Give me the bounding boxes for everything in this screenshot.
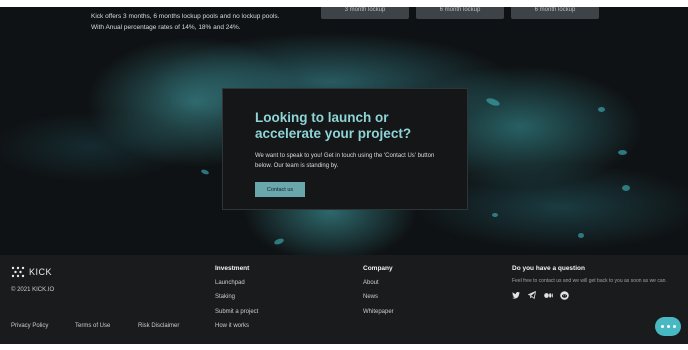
decor-particle bbox=[273, 237, 285, 246]
page: Kick offers 3 months, 6 months lockup po… bbox=[0, 7, 688, 344]
terms-of-use-link[interactable]: Terms of Use bbox=[75, 323, 110, 329]
footer: KICK © 2021 KICK.IO Investment Launchpad… bbox=[0, 255, 688, 344]
footer-link-about[interactable]: About bbox=[363, 280, 379, 286]
logo[interactable]: KICK bbox=[11, 266, 52, 278]
reddit-icon[interactable] bbox=[559, 290, 569, 300]
decor-particle bbox=[200, 168, 210, 176]
footer-link-news[interactable]: News bbox=[363, 294, 378, 300]
chat-dot bbox=[660, 325, 664, 328]
copyright: © 2021 KICK.IO bbox=[11, 287, 55, 293]
medium-icon[interactable] bbox=[543, 290, 553, 300]
footer-link-launchpad[interactable]: Launchpad bbox=[215, 280, 245, 286]
chat-button[interactable] bbox=[655, 317, 681, 336]
footer-link-submit-project[interactable]: Submit a project bbox=[215, 309, 258, 315]
contact-card: Looking to launch or accelerate your pro… bbox=[222, 88, 468, 210]
company-heading: Company bbox=[363, 265, 393, 272]
footer-link-whitepaper[interactable]: Whitepaper bbox=[363, 309, 394, 315]
hero-background: Kick offers 3 months, 6 months lockup po… bbox=[0, 7, 688, 255]
intro-line: Kick offers 3 months, 6 months lockup po… bbox=[91, 13, 280, 20]
question-text: Feel free to contact us and we will get … bbox=[512, 278, 667, 284]
investment-heading: Investment bbox=[215, 265, 250, 272]
twitter-icon[interactable] bbox=[511, 290, 521, 300]
footer-link-staking[interactable]: Staking bbox=[215, 294, 235, 300]
intro-line: With Anual percentage rates of 14%, 18% … bbox=[91, 24, 241, 31]
privacy-policy-link[interactable]: Privacy Policy bbox=[11, 323, 48, 329]
lockup-tab[interactable]: 6 month lockup bbox=[511, 7, 599, 19]
contact-description: We want to speak to you! Get in touch us… bbox=[255, 153, 435, 169]
contact-title: Looking to launch or accelerate your pro… bbox=[255, 110, 412, 141]
kick-logo-icon bbox=[11, 266, 25, 278]
question-heading: Do you have a question bbox=[512, 265, 585, 272]
decor-particle bbox=[618, 150, 627, 155]
lockup-tab[interactable]: 6 month lockup bbox=[416, 7, 504, 19]
lockup-tab[interactable]: 3 month lockup bbox=[321, 7, 409, 19]
risk-disclaimer-link[interactable]: Risk Disclaimer bbox=[138, 323, 179, 329]
logo-text: KICK bbox=[29, 267, 53, 277]
chat-dot bbox=[672, 325, 676, 328]
contact-us-button[interactable]: Contact us bbox=[255, 182, 305, 197]
lockup-intro: Kick offers 3 months, 6 months lockup po… bbox=[91, 11, 301, 33]
footer-link-how-it-works[interactable]: How it works bbox=[215, 323, 249, 329]
decor-particle bbox=[598, 107, 605, 112]
telegram-icon[interactable] bbox=[527, 290, 537, 300]
decor-particle bbox=[492, 213, 498, 217]
decor-particle bbox=[622, 185, 630, 191]
chat-dot bbox=[666, 325, 670, 328]
decor-particle bbox=[485, 96, 501, 108]
decor-particle bbox=[578, 233, 584, 238]
